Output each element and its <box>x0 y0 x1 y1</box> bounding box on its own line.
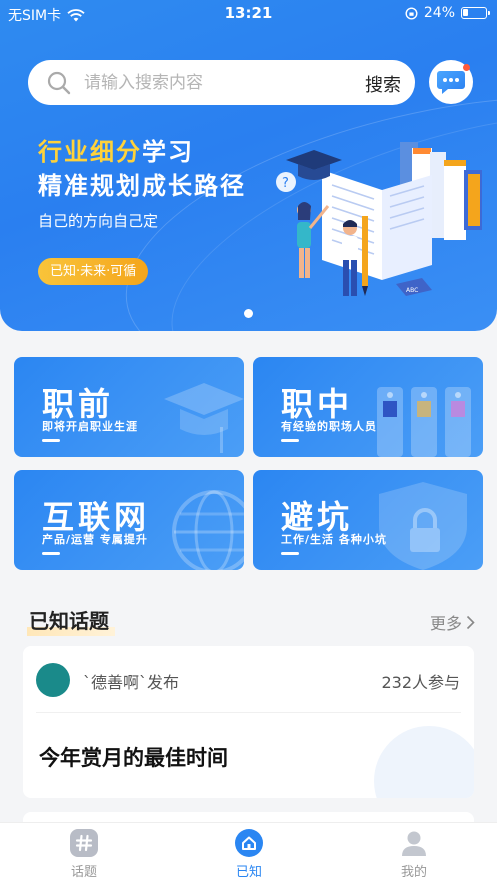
category-subtitle: 有经验的职场人员 <box>281 420 377 433</box>
banner-title-line2: 精准规划成长路径 <box>38 172 246 200</box>
rotation-lock-icon <box>405 6 418 20</box>
category-card-preemployment[interactable]: 职前 即将开启职业生涯 <box>14 357 244 457</box>
hero-banner: 无SIM卡 13:21 24% 搜索 <box>0 0 497 331</box>
category-card-inservice[interactable]: 职中 有经验的职场人员 <box>253 357 483 457</box>
search-button[interactable]: 搜索 <box>365 71 401 97</box>
graduation-cap-icon <box>164 383 244 453</box>
banner-subtitle: 自己的方向自己定 <box>38 212 159 230</box>
study-illustration: ? ABC <box>276 142 482 296</box>
topic-card[interactable]: `德善啊`发布 232人参与 今年赏月的最佳时间 <box>23 646 474 798</box>
home-icon <box>235 829 263 857</box>
banner-title: 行业细分学习 <box>38 132 194 167</box>
tab-bar: 话题 已知 我的 <box>0 822 497 883</box>
tab-topics[interactable]: 话题 <box>44 829 124 880</box>
divider <box>36 712 461 713</box>
category-subtitle: 产品/运营 专属提升 <box>42 533 148 546</box>
chevron-right-icon <box>466 615 475 629</box>
message-button[interactable] <box>429 60 473 104</box>
hash-watermark-icon <box>374 726 474 798</box>
status-bar: 无SIM卡 13:21 24% <box>0 0 497 26</box>
carousel-indicator[interactable] <box>244 309 253 318</box>
tab-label: 话题 <box>70 865 97 880</box>
avatar[interactable] <box>36 663 70 697</box>
topic-title: 今年赏月的最佳时间 <box>39 746 228 770</box>
tab-label: 我的 <box>400 865 427 880</box>
search-bar[interactable]: 搜索 <box>28 60 415 105</box>
shield-lock-icon <box>379 482 467 570</box>
svg-text:?: ? <box>282 176 289 191</box>
svg-text:ABC: ABC <box>406 287 418 294</box>
tab-mine[interactable]: 我的 <box>374 829 454 880</box>
notification-dot <box>463 64 470 71</box>
section-title-text: 已知话题 <box>29 609 109 633</box>
search-icon <box>47 71 71 94</box>
more-label: 更多 <box>429 614 462 633</box>
category-card-pitfalls[interactable]: 避坑 工作/生活 各种小坑 <box>253 470 483 570</box>
category-subtitle: 工作/生活 各种小坑 <box>281 533 387 546</box>
topic-participants: 232人参与 <box>381 673 460 692</box>
globe-icon <box>172 490 244 570</box>
user-icon <box>400 829 428 857</box>
category-bar <box>42 552 60 555</box>
more-link[interactable]: 更多 <box>430 610 475 634</box>
banner-tag[interactable]: 已知·未来·可循 <box>38 258 149 285</box>
hash-icon <box>70 829 98 857</box>
battery-percent: 24% <box>423 5 455 21</box>
category-bar <box>281 552 299 555</box>
tab-known[interactable]: 已知 <box>209 829 289 880</box>
section-title: 已知话题 <box>27 605 115 636</box>
category-subtitle: 即将开启职业生涯 <box>42 420 138 433</box>
binder-icon <box>377 387 471 457</box>
banner-title-rest: 学习 <box>142 138 194 166</box>
category-bar <box>281 439 299 442</box>
battery-icon <box>461 7 490 19</box>
status-right: 24% <box>405 5 490 21</box>
category-bar <box>42 439 60 442</box>
banner-title-highlight: 行业细分 <box>38 138 142 166</box>
chat-icon <box>437 71 465 94</box>
category-card-internet[interactable]: 互联网 产品/运营 专属提升 <box>14 470 244 570</box>
tab-label: 已知 <box>235 865 262 880</box>
search-input[interactable] <box>84 72 334 93</box>
topic-author: `德善啊`发布 <box>83 673 180 692</box>
